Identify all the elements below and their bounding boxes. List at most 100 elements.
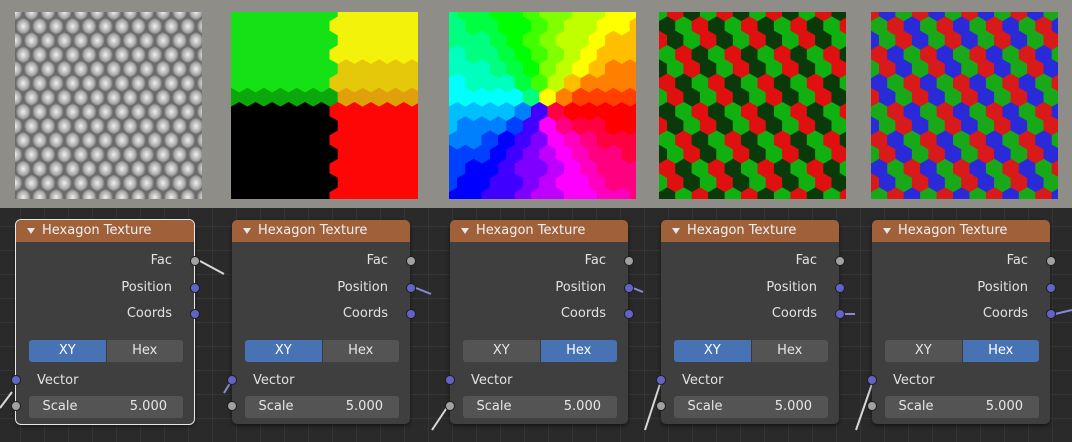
input-scale-socket[interactable]: [11, 401, 21, 411]
output-fac-socket[interactable]: [190, 256, 200, 266]
output-fac-label: Fac: [366, 253, 388, 268]
output-coords-socket[interactable]: [1046, 309, 1056, 319]
hexagon-texture-node[interactable]: Hexagon Texture Fac Position Coords XY H…: [867, 220, 1056, 424]
output-position-label: Position: [121, 280, 172, 295]
scale-field[interactable]: Scale 5.000: [29, 396, 183, 418]
output-coords-socket[interactable]: [190, 309, 200, 319]
output-position-label: Position: [555, 280, 606, 295]
fac-preview: [15, 12, 202, 199]
input-vector-socket[interactable]: [445, 375, 455, 385]
node-header[interactable]: Hexagon Texture: [450, 220, 628, 242]
output-fac-socket[interactable]: [406, 256, 416, 266]
output-fac-socket[interactable]: [1046, 256, 1056, 266]
input-vector-label: Vector: [253, 373, 295, 388]
output-fac-label: Fac: [795, 253, 817, 268]
node-header[interactable]: Hexagon Texture: [16, 220, 194, 242]
output-position-socket[interactable]: [190, 283, 200, 293]
collapse-triangle-icon[interactable]: [883, 228, 891, 234]
input-vector-socket[interactable]: [227, 375, 237, 385]
mode-xy-button[interactable]: XY: [245, 340, 322, 362]
node-editor-canvas[interactable]: Hexagon Texture Fac Position Coords XY H…: [0, 208, 1072, 442]
output-coords-socket[interactable]: [406, 309, 416, 319]
output-coords-label: Coords: [560, 306, 606, 321]
input-vector-label: Vector: [893, 373, 935, 388]
scale-label: Scale: [42, 399, 78, 414]
input-scale-socket[interactable]: [656, 401, 666, 411]
mode-xy-button[interactable]: XY: [29, 340, 106, 362]
mode-hex-button[interactable]: Hex: [105, 340, 183, 362]
scale-label: Scale: [476, 399, 512, 414]
texture-preview-strip: [0, 0, 1072, 208]
output-position-socket[interactable]: [624, 283, 634, 293]
output-coords-label: Coords: [342, 306, 388, 321]
output-coords-socket[interactable]: [835, 309, 845, 319]
output-position-socket[interactable]: [1046, 283, 1056, 293]
input-vector-socket[interactable]: [11, 375, 21, 385]
output-position-socket[interactable]: [835, 283, 845, 293]
scale-label: Scale: [687, 399, 723, 414]
output-position-label: Position: [977, 280, 1028, 295]
output-coords-label: Coords: [982, 306, 1028, 321]
output-position-label: Position: [766, 280, 817, 295]
scale-label: Scale: [258, 399, 294, 414]
node-title: Hexagon Texture: [898, 223, 1008, 238]
output-fac-label: Fac: [1006, 253, 1028, 268]
mode-toggle[interactable]: XY Hex: [245, 340, 399, 362]
output-fac-socket[interactable]: [624, 256, 634, 266]
collapse-triangle-icon[interactable]: [243, 228, 251, 234]
mode-toggle[interactable]: XY Hex: [29, 340, 183, 362]
coords-xy-preview: [659, 12, 846, 199]
node-header[interactable]: Hexagon Texture: [872, 220, 1050, 242]
scale-label: Scale: [898, 399, 934, 414]
input-scale-socket[interactable]: [227, 401, 237, 411]
node-title: Hexagon Texture: [258, 223, 368, 238]
output-coords-label: Coords: [126, 306, 172, 321]
output-coords-socket[interactable]: [624, 309, 634, 319]
output-position-label: Position: [337, 280, 388, 295]
mode-hex-button[interactable]: Hex: [961, 340, 1039, 362]
hexagon-texture-node[interactable]: Hexagon Texture Fac Position Coords XY H…: [11, 219, 200, 425]
node-title: Hexagon Texture: [687, 223, 797, 238]
collapse-triangle-icon[interactable]: [672, 228, 680, 234]
input-scale-socket[interactable]: [867, 401, 877, 411]
scale-field[interactable]: Scale 5.000: [463, 396, 617, 418]
mode-hex-button[interactable]: Hex: [321, 340, 399, 362]
mode-hex-button[interactable]: Hex: [750, 340, 828, 362]
position-xy-preview: [231, 12, 418, 199]
coords-hex-preview: [871, 12, 1058, 199]
node-header[interactable]: Hexagon Texture: [661, 220, 839, 242]
mode-toggle[interactable]: XY Hex: [674, 340, 828, 362]
scale-field[interactable]: Scale 5.000: [885, 396, 1039, 418]
output-position-socket[interactable]: [406, 283, 416, 293]
scale-field[interactable]: Scale 5.000: [245, 396, 399, 418]
node-title: Hexagon Texture: [42, 223, 152, 238]
mode-xy-button[interactable]: XY: [674, 340, 751, 362]
mode-xy-button[interactable]: XY: [885, 340, 962, 362]
scale-field[interactable]: Scale 5.000: [674, 396, 828, 418]
input-scale-socket[interactable]: [445, 401, 455, 411]
input-vector-label: Vector: [682, 373, 724, 388]
hexagon-texture-node[interactable]: Hexagon Texture Fac Position Coords XY H…: [227, 220, 416, 424]
output-fac-label: Fac: [584, 253, 606, 268]
output-fac-socket[interactable]: [835, 256, 845, 266]
input-vector-label: Vector: [471, 373, 513, 388]
scale-value: 5.000: [774, 399, 812, 414]
collapse-triangle-icon[interactable]: [27, 228, 35, 234]
mode-xy-button[interactable]: XY: [463, 340, 540, 362]
scale-value: 5.000: [345, 399, 383, 414]
hexagon-texture-node[interactable]: Hexagon Texture Fac Position Coords XY H…: [656, 220, 845, 424]
position-hex-preview: [449, 12, 636, 199]
scale-value: 5.000: [563, 399, 601, 414]
node-title: Hexagon Texture: [476, 223, 586, 238]
collapse-triangle-icon[interactable]: [461, 228, 469, 234]
input-vector-socket[interactable]: [656, 375, 666, 385]
hexagon-texture-node[interactable]: Hexagon Texture Fac Position Coords XY H…: [445, 220, 634, 424]
input-vector-socket[interactable]: [867, 375, 877, 385]
input-vector-label: Vector: [37, 373, 79, 388]
node-header[interactable]: Hexagon Texture: [232, 220, 410, 242]
scale-value: 5.000: [129, 399, 167, 414]
mode-hex-button[interactable]: Hex: [539, 340, 617, 362]
mode-toggle[interactable]: XY Hex: [885, 340, 1039, 362]
scale-value: 5.000: [985, 399, 1023, 414]
mode-toggle[interactable]: XY Hex: [463, 340, 617, 362]
